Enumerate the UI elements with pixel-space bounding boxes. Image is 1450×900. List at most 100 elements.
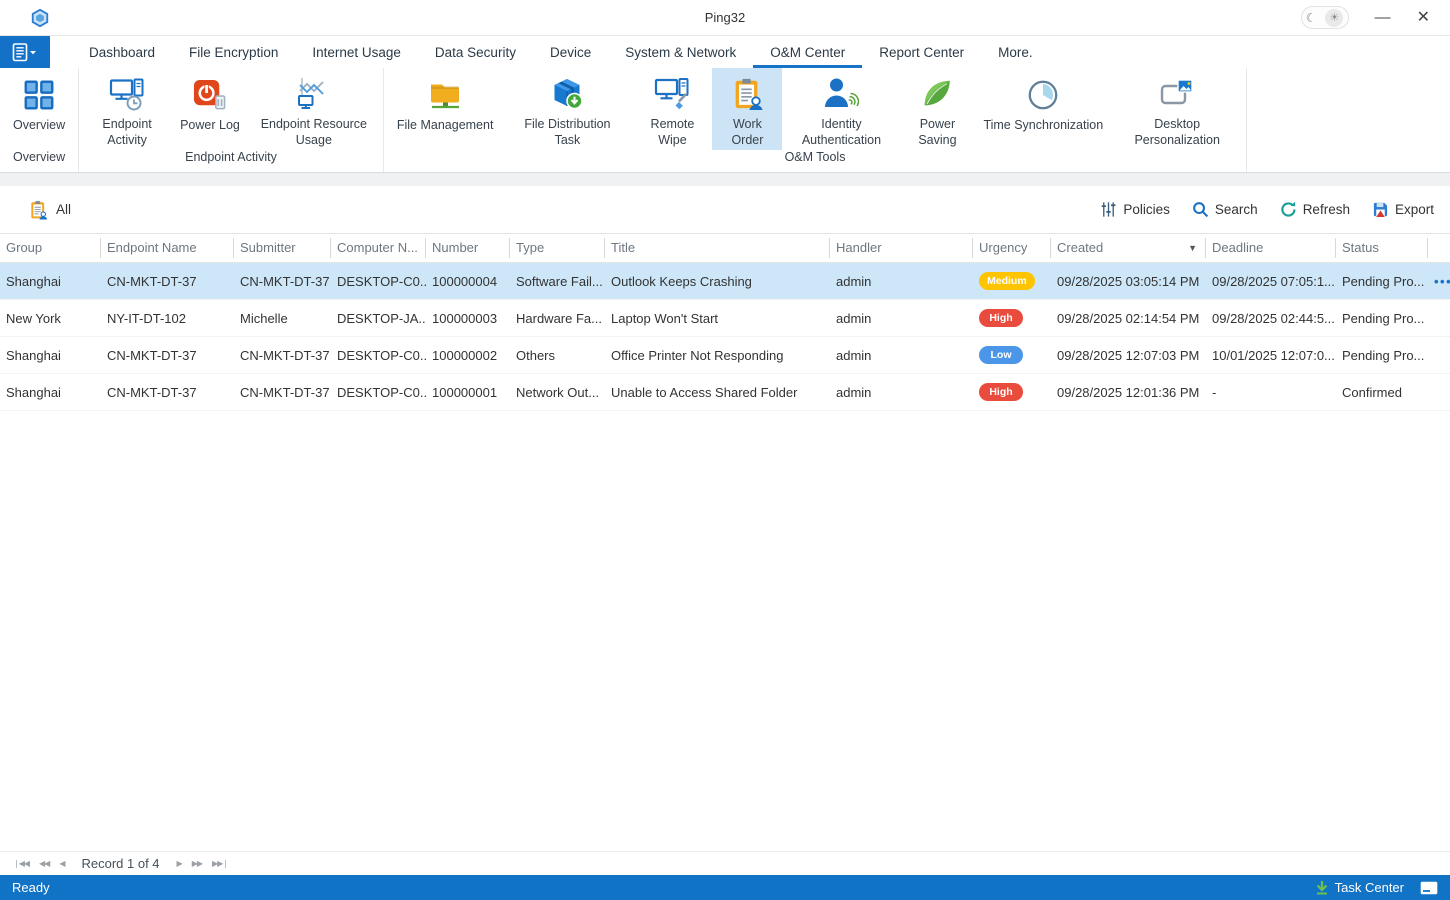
sort-desc-icon[interactable]: ▼ xyxy=(1188,238,1197,258)
cell-urgency: Low xyxy=(973,346,1051,364)
ribbon-item-label: Desktop Personalization xyxy=(1121,116,1233,149)
ribbon-item-label: Power Log xyxy=(180,117,240,133)
clipboard-person-icon xyxy=(730,76,764,113)
cell-type: Network Out... xyxy=(510,385,605,400)
refresh-button[interactable]: Refresh xyxy=(1280,201,1350,218)
sun-icon[interactable]: ☀ xyxy=(1325,9,1343,27)
minimize-button[interactable]: — xyxy=(1375,10,1391,26)
tab-dashboard[interactable]: Dashboard xyxy=(72,36,172,68)
next-record-button[interactable]: ▶ xyxy=(177,859,182,868)
ribbon-item-desktop-personalization[interactable]: Desktop Personalization xyxy=(1112,68,1242,150)
table-row[interactable]: Shanghai CN-MKT-DT-37 CN-MKT-DT-37 DESKT… xyxy=(0,374,1450,411)
next-page-button[interactable]: ▶▶ xyxy=(192,859,202,868)
col-header-created[interactable]: Created ▼ xyxy=(1051,238,1206,258)
monitor-clock-icon xyxy=(109,76,145,113)
col-header-number[interactable]: Number xyxy=(426,238,510,258)
ribbon-item-overview[interactable]: Overview xyxy=(4,68,74,150)
col-header-handler[interactable]: Handler xyxy=(830,238,973,258)
moon-icon[interactable]: ☾ xyxy=(1306,12,1317,24)
ribbon-item-label: Power Saving xyxy=(909,116,965,149)
cell-computer-name: DESKTOP-C0... xyxy=(331,348,426,363)
ribbon-item-time-synchronization[interactable]: Time Synchronization xyxy=(974,68,1112,150)
cell-type: Software Fail... xyxy=(510,274,605,289)
ribbon-item-power-saving[interactable]: Power Saving xyxy=(900,68,974,150)
cell-handler: admin xyxy=(830,385,973,400)
console-panel-icon[interactable] xyxy=(1420,881,1438,895)
export-button[interactable]: Export xyxy=(1372,201,1434,218)
task-center-label: Task Center xyxy=(1335,880,1404,895)
package-download-icon xyxy=(549,76,585,113)
leaf-icon xyxy=(920,76,954,113)
export-icon xyxy=(1372,201,1389,218)
content-toolbar: All Policies Search xyxy=(0,186,1450,233)
filter-all-button[interactable]: All xyxy=(28,200,71,220)
cell-handler: admin xyxy=(830,274,973,289)
col-header-status[interactable]: Status xyxy=(1336,238,1428,258)
picture-frame-icon xyxy=(1159,76,1195,113)
ribbon: Overview Overview Endpoint Activity xyxy=(0,68,1450,173)
table-row[interactable]: New York NY-IT-DT-102 Michelle DESKTOP-J… xyxy=(0,300,1450,337)
cell-group: Shanghai xyxy=(0,348,101,363)
ribbon-item-power-log[interactable]: Power Log xyxy=(171,68,249,150)
ribbon-item-identity-authentication[interactable]: Identity Authentication xyxy=(782,68,900,150)
main-menu-button[interactable] xyxy=(0,36,50,68)
policies-button[interactable]: Policies xyxy=(1100,201,1170,218)
cell-submitter: CN-MKT-DT-37 xyxy=(234,385,331,400)
col-header-computer-name[interactable]: Computer N... xyxy=(331,238,426,258)
cell-created: 09/28/2025 03:05:14 PM xyxy=(1051,274,1206,289)
folder-network-icon xyxy=(427,76,463,114)
record-navigator: ❘◀◀ ◀◀ ◀ Record 1 of 4 ▶ ▶▶ ▶▶❘ xyxy=(0,851,1450,875)
prev-page-button[interactable]: ◀◀ xyxy=(39,859,49,868)
refresh-label: Refresh xyxy=(1303,202,1350,217)
col-header-group[interactable]: Group xyxy=(0,238,101,258)
tab-report-center[interactable]: Report Center xyxy=(862,36,981,68)
tab-data-security[interactable]: Data Security xyxy=(418,36,533,68)
clock-icon xyxy=(1026,76,1060,114)
overview-grid-icon xyxy=(22,76,56,114)
theme-toggle[interactable]: ☾ ☀ xyxy=(1301,6,1349,29)
record-counter: Record 1 of 4 xyxy=(81,856,159,871)
prev-record-button[interactable]: ◀ xyxy=(59,859,64,868)
table-row[interactable]: Shanghai CN-MKT-DT-37 CN-MKT-DT-37 DESKT… xyxy=(0,337,1450,374)
policies-label: Policies xyxy=(1123,202,1170,217)
ribbon-group-label: O&M Tools xyxy=(384,150,1246,172)
status-bar: Ready Task Center xyxy=(0,875,1450,900)
urgency-badge: Medium xyxy=(979,272,1035,290)
clipboard-person-icon xyxy=(28,200,48,220)
first-record-button[interactable]: ❘◀◀ xyxy=(13,859,29,868)
ribbon-item-endpoint-resource-usage[interactable]: Endpoint Resource Usage xyxy=(249,68,379,150)
tab-om-center[interactable]: O&M Center xyxy=(753,36,862,68)
cell-endpoint-name: CN-MKT-DT-37 xyxy=(101,274,234,289)
search-icon xyxy=(1192,201,1209,218)
tab-system-network[interactable]: System & Network xyxy=(608,36,753,68)
table-row[interactable]: Shanghai CN-MKT-DT-37 CN-MKT-DT-37 DESKT… xyxy=(0,263,1450,300)
tab-device[interactable]: Device xyxy=(533,36,608,68)
ribbon-item-file-management[interactable]: File Management xyxy=(388,68,503,150)
menu-bar: Dashboard File Encryption Internet Usage… xyxy=(0,36,1450,68)
col-header-urgency[interactable]: Urgency xyxy=(973,238,1051,258)
ribbon-item-work-order[interactable]: Work Order xyxy=(712,68,782,150)
col-header-endpoint-name[interactable]: Endpoint Name xyxy=(101,238,234,258)
col-header-deadline[interactable]: Deadline xyxy=(1206,238,1336,258)
ribbon-item-label: Work Order xyxy=(721,116,773,149)
cell-number: 100000001 xyxy=(426,385,510,400)
ribbon-group-label: Endpoint Activity xyxy=(79,150,383,172)
tab-internet-usage[interactable]: Internet Usage xyxy=(295,36,418,68)
tab-more[interactable]: More. xyxy=(981,36,1050,68)
col-header-title[interactable]: Title xyxy=(605,238,830,258)
sliders-icon xyxy=(1100,201,1117,218)
tab-file-encryption[interactable]: File Encryption xyxy=(172,36,295,68)
last-record-button[interactable]: ▶▶❘ xyxy=(212,859,228,868)
task-center-button[interactable]: Task Center xyxy=(1315,880,1404,895)
ribbon-item-endpoint-activity[interactable]: Endpoint Activity xyxy=(83,68,171,150)
col-header-type[interactable]: Type xyxy=(510,238,605,258)
close-button[interactable]: ✕ xyxy=(1417,10,1430,26)
col-header-submitter[interactable]: Submitter xyxy=(234,238,331,258)
ribbon-item-remote-wipe[interactable]: Remote Wipe xyxy=(632,68,712,150)
cell-overflow: ••• xyxy=(1428,274,1450,289)
search-button[interactable]: Search xyxy=(1192,201,1258,218)
work-order-table: Group Endpoint Name Submitter Computer N… xyxy=(0,233,1450,411)
col-header-overflow xyxy=(1428,238,1450,258)
ribbon-item-file-distribution-task[interactable]: File Distribution Task xyxy=(502,68,632,150)
row-menu-button[interactable]: ••• xyxy=(1434,274,1450,289)
